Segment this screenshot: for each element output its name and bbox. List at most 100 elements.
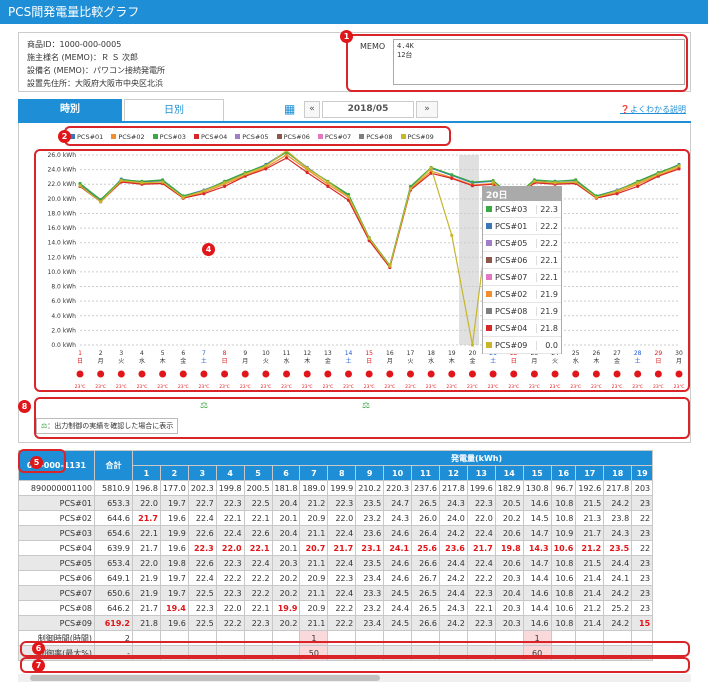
table-cell: 21.1 xyxy=(299,615,329,631)
row-total: 639.9 xyxy=(94,540,133,556)
annotation-box-7 xyxy=(20,657,690,673)
table-cell: 22.0 xyxy=(132,495,161,511)
table-cell: 21.4 xyxy=(575,585,605,601)
table-cell: 20.5 xyxy=(494,495,524,511)
annotation-badge-4: 4 xyxy=(202,243,215,256)
table-cell: 23.5 xyxy=(355,555,385,571)
table-cell: 15 xyxy=(631,615,654,631)
table-cell: 26.4 xyxy=(411,525,440,541)
table-cell: 22.2 xyxy=(327,615,357,631)
table-cell: 199.6 xyxy=(466,480,496,496)
data-table-wrapper: 0…-000-1131 合計 発電量(kWh) 1 2 3 4 5 6 7 8 9 10 11 12 13 14… xyxy=(18,450,691,668)
table-cell: 177.0 xyxy=(159,480,189,496)
table-cell: 22 xyxy=(631,510,654,526)
row-total: 646.2 xyxy=(94,600,133,616)
table-cell: 23.6 xyxy=(438,540,468,556)
table-cell: 189.0 xyxy=(299,480,329,496)
table-cell: 22.4 xyxy=(187,510,217,526)
table-cell: 20.4 xyxy=(271,525,301,541)
table-header-day: 14 xyxy=(494,465,524,481)
table-row: PCS#09 619.2 21.8 19.6 22.5 22.2 22.3 20.2 21.1 2… xyxy=(18,615,654,631)
table-cell: 24.4 xyxy=(438,555,468,571)
annotation-box-4 xyxy=(34,149,690,392)
table-cell: 19.9 xyxy=(159,525,189,541)
table-cell: 23 xyxy=(631,570,654,586)
table-cell: 22.3 xyxy=(215,495,245,511)
table-cell: 20.4 xyxy=(271,495,301,511)
table-cell: 26.5 xyxy=(411,585,440,601)
table-cell: 21.2 xyxy=(575,540,605,556)
table-cell: 24.3 xyxy=(438,495,468,511)
table-cell: 24.3 xyxy=(383,510,413,526)
table-cell: 10.8 xyxy=(550,555,577,571)
table-cell: 24.5 xyxy=(383,615,413,631)
table-cell: 22.1 xyxy=(243,540,273,556)
table-cell: 24.5 xyxy=(383,585,413,601)
table-cell: 22.3 xyxy=(215,585,245,601)
table-cell: 10.8 xyxy=(550,585,577,601)
table-cell: 22.5 xyxy=(187,615,217,631)
scrollbar-thumb[interactable] xyxy=(30,675,380,681)
table-cell: 21.2 xyxy=(575,600,605,616)
table-header-day: 12 xyxy=(438,465,468,481)
table-cell: 22.4 xyxy=(466,525,496,541)
table-cell: 22.2 xyxy=(215,615,245,631)
table-cell: 26.7 xyxy=(411,570,440,586)
table-cell: 14.6 xyxy=(522,615,552,631)
row-name: PCS#07 xyxy=(18,585,95,601)
table-cell: 10.9 xyxy=(550,525,577,541)
table-cell: 21.2 xyxy=(299,495,329,511)
table-cell: 20.6 xyxy=(494,525,524,541)
table-cell: 21.3 xyxy=(575,510,605,526)
table-header-day: 1 xyxy=(132,465,161,481)
table-cell: 23 xyxy=(631,585,654,601)
table-cell: 22.0 xyxy=(132,555,161,571)
table-cell: 202.3 xyxy=(187,480,217,496)
table-cell: 21.8 xyxy=(132,615,161,631)
table-cell: 19.4 xyxy=(159,600,189,616)
table-cell: 22.3 xyxy=(327,495,357,511)
table-cell: 181.8 xyxy=(271,480,301,496)
data-table: 0…-000-1131 合計 発電量(kWh) 1 2 3 4 5 6 7 8 9 10 11 12 13 14… xyxy=(18,450,654,661)
horizontal-scrollbar[interactable] xyxy=(18,674,691,682)
table-cell: 23.2 xyxy=(355,510,385,526)
table-cell: 14.6 xyxy=(522,585,552,601)
table-cell: 23.3 xyxy=(355,585,385,601)
table-header-day: 3 xyxy=(187,465,217,481)
table-cell: 182.9 xyxy=(494,480,524,496)
table-cell: 22.4 xyxy=(327,585,357,601)
table-cell: 20.9 xyxy=(299,570,329,586)
table-cell: 23.5 xyxy=(355,495,385,511)
table-row: PCS#07 650.6 21.9 19.7 22.5 22.3 22.2 20.2 21.1 2… xyxy=(18,585,654,601)
row-total: 650.6 xyxy=(94,585,133,601)
table-cell: 20.2 xyxy=(494,510,524,526)
row-total: 644.6 xyxy=(94,510,133,526)
table-cell: 23 xyxy=(631,555,654,571)
table-cell: 22.2 xyxy=(243,570,273,586)
table-cell: 24.2 xyxy=(603,615,633,631)
table-cell: 14.6 xyxy=(522,495,552,511)
table-cell: 22.6 xyxy=(187,525,217,541)
table-cell: 22.5 xyxy=(187,585,217,601)
table-cell: 20.3 xyxy=(271,555,301,571)
table-cell: 24.1 xyxy=(383,540,413,556)
table-cell: 22.3 xyxy=(327,570,357,586)
table-cell: 23 xyxy=(631,600,654,616)
table-cell: 21.4 xyxy=(575,615,605,631)
table-cell: 23.5 xyxy=(603,540,633,556)
table-header-day: 19 xyxy=(631,465,654,481)
table-cell: 14.5 xyxy=(522,510,552,526)
table-cell: 22.1 xyxy=(132,525,161,541)
table-cell: 10.6 xyxy=(550,540,577,556)
table-row: PCS#02 644.6 21.7 19.6 22.4 22.1 22.1 20.1 20.9 2… xyxy=(18,510,654,526)
table-cell: 22 xyxy=(631,540,654,556)
table-cell: 24.7 xyxy=(383,495,413,511)
table-cell: 210.2 xyxy=(355,480,385,496)
table-cell: 22.3 xyxy=(243,615,273,631)
table-cell: 25.2 xyxy=(603,600,633,616)
table-cell: 22.7 xyxy=(187,495,217,511)
table-header-day: 4 xyxy=(215,465,245,481)
table-cell: 203 xyxy=(631,480,654,496)
row-name: PCS#09 xyxy=(18,615,95,631)
table-cell: 22.4 xyxy=(466,555,496,571)
